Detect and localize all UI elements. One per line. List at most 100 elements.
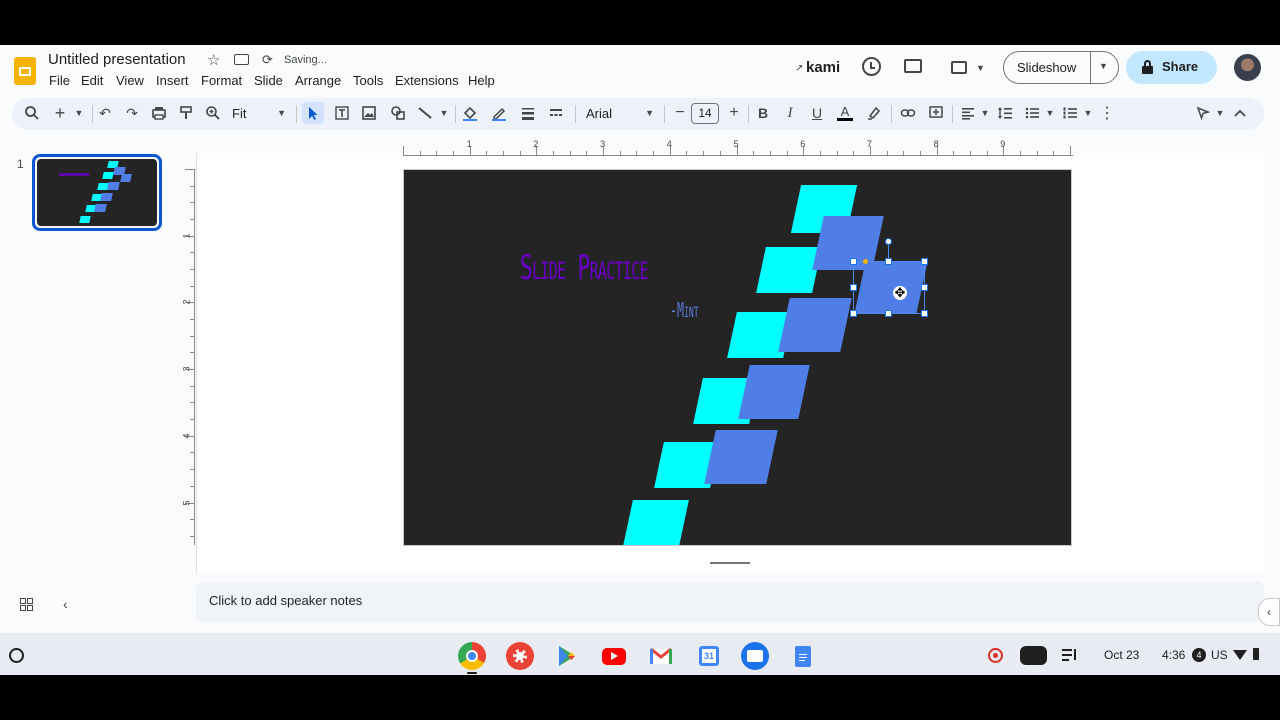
- star-icon[interactable]: ☆: [207, 51, 220, 69]
- resize-handle-n[interactable]: [885, 258, 892, 265]
- menu-insert[interactable]: Insert: [156, 73, 189, 88]
- history-icon[interactable]: [862, 57, 881, 76]
- slide-canvas[interactable]: Slide Practice -Mint ✥: [403, 169, 1072, 546]
- text-box-icon[interactable]: [331, 102, 353, 124]
- border-weight-icon[interactable]: [517, 102, 539, 124]
- underline-icon[interactable]: U: [806, 102, 828, 124]
- line-caret-icon[interactable]: ▼: [433, 102, 455, 124]
- new-slide-caret-icon[interactable]: ▼: [68, 102, 90, 124]
- grid-view-icon[interactable]: [20, 598, 33, 611]
- screen-record-icon[interactable]: [988, 648, 1003, 663]
- slideshow-caret-icon[interactable]: ▼: [1099, 61, 1108, 71]
- zoom-select[interactable]: Fit ▼: [232, 105, 290, 123]
- bulleted-list-caret-icon[interactable]: ▼: [1039, 102, 1061, 124]
- menu-slide[interactable]: Slide: [254, 73, 283, 88]
- speaker-notes[interactable]: Click to add speaker notes: [196, 582, 1264, 622]
- increase-font-size-icon[interactable]: +: [723, 102, 745, 124]
- side-panel-toggle-icon[interactable]: ‹: [1258, 598, 1280, 626]
- menu-help[interactable]: Help: [468, 73, 495, 88]
- meet-icon[interactable]: [951, 61, 967, 74]
- date-pill[interactable]: Oct 23: [1092, 643, 1150, 668]
- ruler-tick: [953, 151, 955, 156]
- menu-format[interactable]: Format: [201, 73, 242, 88]
- menu-extensions[interactable]: Extensions: [395, 73, 459, 88]
- status-area[interactable]: 4:36 4 US: [1153, 643, 1273, 668]
- resize-handle-ne[interactable]: [921, 258, 928, 265]
- resize-handle-se[interactable]: [921, 310, 928, 317]
- font-size-box[interactable]: 14: [691, 103, 719, 124]
- blue-parallelogram[interactable]: [778, 298, 852, 352]
- more-options-icon[interactable]: ⋮: [1096, 102, 1118, 124]
- bold-icon[interactable]: B: [752, 102, 774, 124]
- play-store-icon[interactable]: [553, 642, 581, 670]
- slide-title[interactable]: Slide Practice: [520, 248, 649, 288]
- decrease-font-size-icon[interactable]: −: [669, 102, 691, 124]
- ruler-label: 4: [666, 139, 672, 149]
- slide-subtitle[interactable]: -Mint: [670, 298, 699, 322]
- collapse-menus-icon[interactable]: [1229, 102, 1251, 124]
- share-button[interactable]: Share: [1126, 51, 1217, 84]
- line-spacing-icon[interactable]: [994, 102, 1016, 124]
- menu-file[interactable]: File: [49, 73, 70, 88]
- menu-edit[interactable]: Edit: [81, 73, 103, 88]
- shape-icon[interactable]: [387, 102, 409, 124]
- move-folder-icon[interactable]: [234, 54, 249, 65]
- kami-label[interactable]: kami: [806, 59, 840, 76]
- print-icon[interactable]: [148, 102, 170, 124]
- meet-caret-icon[interactable]: ▼: [976, 63, 985, 73]
- resize-handle-sw[interactable]: [850, 310, 857, 317]
- resize-handle-s[interactable]: [885, 310, 892, 317]
- rotate-handle[interactable]: [885, 238, 892, 245]
- select-tool-icon[interactable]: [302, 102, 324, 124]
- menu-arrange[interactable]: Arrange: [295, 73, 341, 88]
- chrome-icon[interactable]: [458, 642, 486, 670]
- cyan-parallelogram[interactable]: [756, 247, 822, 293]
- slideshow-button[interactable]: Slideshow ▼: [1003, 51, 1119, 84]
- cyan-parallelogram[interactable]: [623, 500, 689, 545]
- insert-link-icon[interactable]: [897, 102, 919, 124]
- italic-icon[interactable]: I: [779, 102, 801, 124]
- launcher-icon[interactable]: [9, 648, 24, 663]
- divider: [891, 105, 892, 123]
- insert-comment-icon[interactable]: [925, 102, 947, 124]
- menu-view[interactable]: View: [116, 73, 144, 88]
- paint-format-icon[interactable]: [175, 102, 197, 124]
- border-dash-icon[interactable]: [545, 102, 567, 124]
- image-icon[interactable]: [358, 102, 380, 124]
- youtube-icon[interactable]: [600, 642, 628, 670]
- gmail-icon[interactable]: [647, 642, 675, 670]
- doc-title[interactable]: Untitled presentation: [48, 51, 186, 68]
- media-controls-icon[interactable]: [1062, 648, 1077, 662]
- highlight-icon[interactable]: [863, 102, 885, 124]
- kami-link-icon[interactable]: ↗: [795, 63, 803, 74]
- blue-parallelogram[interactable]: [704, 430, 778, 484]
- slide-thumbnail[interactable]: [32, 154, 162, 231]
- palette-icon[interactable]: [506, 642, 534, 670]
- resize-handle-e[interactable]: [921, 284, 928, 291]
- fill-color-icon[interactable]: [459, 102, 481, 124]
- redo-icon[interactable]: ↷: [121, 102, 143, 124]
- text-color-icon[interactable]: A: [834, 102, 856, 124]
- ruler-tick: [753, 151, 755, 156]
- calendar-icon[interactable]: 31: [695, 642, 723, 670]
- docs-icon[interactable]: [789, 642, 817, 670]
- zoom-icon[interactable]: [202, 102, 224, 124]
- slides-logo-icon[interactable]: [14, 57, 36, 85]
- search-menus-icon[interactable]: [21, 102, 43, 124]
- font-select[interactable]: Arial ▼: [586, 105, 658, 123]
- comments-icon[interactable]: [904, 59, 922, 73]
- adjust-handle[interactable]: [863, 259, 868, 264]
- avatar[interactable]: [1234, 54, 1261, 81]
- border-color-icon[interactable]: [488, 102, 510, 124]
- resize-handle-nw[interactable]: [850, 258, 857, 265]
- collapse-filmstrip-icon[interactable]: ‹: [63, 596, 68, 612]
- pen-tool-caret-icon[interactable]: ▼: [1209, 102, 1231, 124]
- align-caret-icon[interactable]: ▼: [974, 102, 996, 124]
- files-icon[interactable]: [741, 642, 769, 670]
- stylus-tools-icon[interactable]: [1020, 646, 1047, 665]
- notes-resize-handle[interactable]: [710, 562, 750, 564]
- undo-icon[interactable]: ↶: [94, 102, 116, 124]
- blue-parallelogram[interactable]: [738, 365, 810, 419]
- menu-tools[interactable]: Tools: [353, 73, 383, 88]
- resize-handle-w[interactable]: [850, 284, 857, 291]
